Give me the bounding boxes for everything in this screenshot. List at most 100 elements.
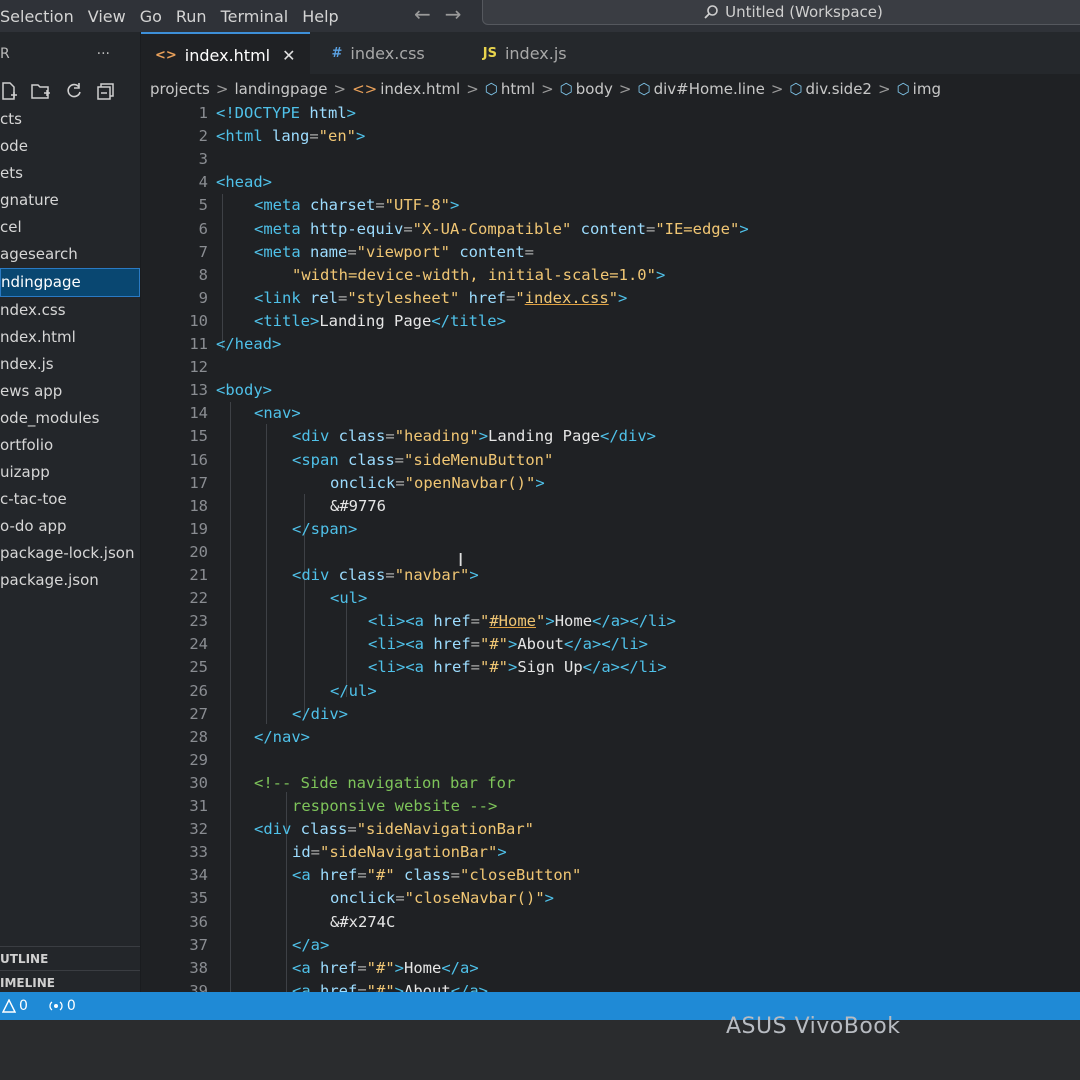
broadcast-icon xyxy=(49,1001,63,1011)
code-token: <li><a xyxy=(368,635,434,654)
breadcrumb-item[interactable]: div#Home.line xyxy=(654,80,765,98)
file-tree-item[interactable]: ndex.js xyxy=(0,351,140,378)
file-tree-item[interactable]: agesearch xyxy=(0,241,140,268)
menu-help[interactable]: Help xyxy=(302,7,338,26)
line-number: 33 xyxy=(189,843,208,862)
code-token: charset xyxy=(310,196,376,215)
code-text: </a> xyxy=(292,934,329,957)
text-cursor-icon: I xyxy=(458,550,464,571)
breadcrumb-item[interactable]: img xyxy=(913,80,941,98)
file-tree-item[interactable]: cts xyxy=(0,106,140,133)
forward-arrow-icon[interactable]: → xyxy=(445,2,476,26)
chevron-right-icon: > xyxy=(541,80,554,98)
code-token: </a> xyxy=(292,935,330,954)
problems-indicator[interactable]: 0 xyxy=(2,998,28,1014)
file-tree-item[interactable]: ews app xyxy=(0,378,140,405)
back-arrow-icon[interactable]: ← xyxy=(414,2,445,26)
file-tree-item[interactable]: ndex.css xyxy=(0,297,140,324)
collapse-all-icon[interactable] xyxy=(96,81,116,101)
outline-section-header[interactable]: UTLINE xyxy=(0,946,140,971)
code-token: <meta xyxy=(254,196,310,215)
search-icon xyxy=(704,5,718,19)
code-token: onclick xyxy=(330,473,396,492)
breadcrumb-item[interactable]: landingpage xyxy=(234,80,327,98)
code-text: <span class="sideMenuButton" xyxy=(292,449,553,472)
line-number: 14 xyxy=(189,404,208,423)
code-token: &#9776 xyxy=(330,496,386,515)
file-tree-item[interactable]: c-tac-toe xyxy=(0,486,140,513)
code-token: " xyxy=(536,612,546,631)
code-text: <!-- Side navigation bar for xyxy=(254,772,515,795)
new-folder-icon[interactable] xyxy=(30,81,52,101)
file-tree-item[interactable]: ode xyxy=(0,133,140,160)
code-token: <ul> xyxy=(330,589,368,608)
code-token: > xyxy=(544,889,554,908)
refresh-icon[interactable] xyxy=(64,81,84,101)
file-tree-item[interactable]: ets xyxy=(0,160,140,187)
code-token: > xyxy=(394,958,405,977)
tab-index-css[interactable]: # index.css xyxy=(318,32,439,74)
code-token: = xyxy=(394,450,405,469)
code-token: content xyxy=(571,219,646,238)
file-tree-item[interactable]: o-do app xyxy=(0,513,140,540)
line-number: 2 xyxy=(198,127,208,146)
workspace-title: Untitled (Workspace) xyxy=(725,3,883,21)
tab-index-js[interactable]: JS index.js xyxy=(469,32,581,74)
code-token: <meta xyxy=(254,219,310,238)
code-token: > xyxy=(739,219,749,238)
code-token: " xyxy=(480,612,490,631)
command-center-search[interactable]: Untitled (Workspace) xyxy=(482,0,1080,25)
menu-terminal[interactable]: Terminal xyxy=(221,7,289,26)
code-editor[interactable]: 1 <!DOCTYPE html> 2 <html lang="en"> 3 4 <head… xyxy=(150,102,1080,1020)
code-token: > xyxy=(469,566,479,584)
file-tree-item[interactable]: package-lock.json xyxy=(0,540,140,567)
close-icon[interactable]: ✕ xyxy=(282,46,295,65)
code-token: <a xyxy=(292,958,320,977)
new-file-icon[interactable] xyxy=(0,81,18,101)
file-tree-item[interactable]: uizapp xyxy=(0,459,140,486)
breadcrumb-item[interactable]: body xyxy=(576,80,613,98)
breadcrumb-item[interactable]: html xyxy=(501,80,535,98)
code-text: <a href="#">Home</a> xyxy=(292,957,479,980)
code-token: "#" xyxy=(366,958,395,977)
ports-indicator[interactable]: 0 xyxy=(48,998,76,1014)
more-actions-icon[interactable]: ··· xyxy=(97,46,110,62)
code-token: = xyxy=(385,566,395,584)
file-tree-item[interactable]: ode_modules xyxy=(0,405,140,432)
explorer-sidebar: R ··· cts ode ets gnature cel agesearch … xyxy=(0,32,141,992)
code-token: html xyxy=(309,104,347,122)
code-token: <nav> xyxy=(254,404,301,423)
code-token: class xyxy=(338,566,386,584)
menu-go[interactable]: Go xyxy=(140,7,162,26)
code-text: <a href="#" class="closeButton" xyxy=(292,864,581,887)
menu-view[interactable]: View xyxy=(88,7,126,26)
file-tree-item[interactable]: ndex.html xyxy=(0,324,140,351)
breadcrumb-item[interactable]: projects xyxy=(150,80,210,98)
line-number: 17 xyxy=(189,473,208,492)
code-token: Sign Up xyxy=(517,658,583,677)
menu-run[interactable]: Run xyxy=(176,7,207,26)
file-tree-item[interactable]: package.json xyxy=(0,567,140,594)
menu-selection[interactable]: Selection xyxy=(0,7,74,26)
line-number: 26 xyxy=(189,681,208,700)
code-token: > xyxy=(655,265,666,284)
file-tree-item[interactable]: ortfolio xyxy=(0,432,140,459)
file-tree-item-selected[interactable]: ndingpage xyxy=(0,268,140,297)
code-text: <nav> xyxy=(254,402,301,425)
breadcrumb-item[interactable]: div.side2 xyxy=(806,80,872,98)
code-text: <meta http-equiv="X-UA-Compatible" conte… xyxy=(254,218,749,241)
code-token: lang xyxy=(272,127,310,146)
element-cube-icon: ⬡ xyxy=(789,80,803,98)
code-token: "closeNavbar()" xyxy=(404,889,545,908)
code-token: href xyxy=(433,612,471,631)
breadcrumb-item[interactable]: index.html xyxy=(380,80,460,98)
file-tree-item[interactable]: cel xyxy=(0,214,140,241)
chevron-right-icon: > xyxy=(466,80,479,98)
line-number: 5 xyxy=(198,196,208,215)
code-token: > xyxy=(478,427,489,446)
file-tree-item[interactable]: gnature xyxy=(0,187,140,214)
code-token: </ul> xyxy=(330,681,377,700)
code-token: class xyxy=(300,820,348,839)
tab-index-html[interactable]: <> index.html ✕ xyxy=(141,32,310,76)
code-token: "sideNavigationBar" xyxy=(356,820,534,839)
